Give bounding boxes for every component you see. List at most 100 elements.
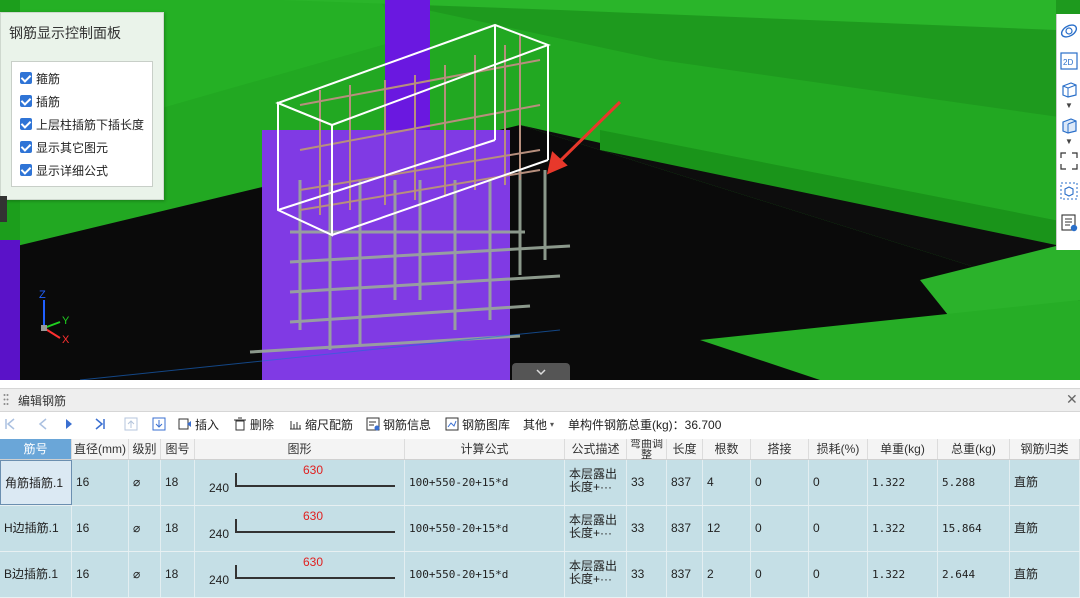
checkbox-show-other-elements[interactable] — [20, 141, 32, 153]
cell-fig-no[interactable]: 18 — [161, 506, 195, 551]
col-bend-adjust[interactable]: 弯曲调整 — [627, 439, 667, 459]
move-up-icon[interactable] — [124, 416, 138, 432]
option-upper-column-dowel[interactable]: 上层柱插筋下插长度 — [20, 116, 144, 132]
cell-formula-desc[interactable]: 本层露出长度+··· — [565, 552, 627, 597]
cell-length[interactable]: 837 — [667, 506, 703, 551]
next-record-icon[interactable] — [64, 416, 74, 432]
rebar-library-button[interactable]: 钢筋图库 — [445, 416, 510, 432]
rebar-info-button[interactable]: 钢筋信息 — [366, 416, 431, 432]
other-menu[interactable]: 其他 ▾ — [523, 416, 554, 432]
checkbox-show-detailed-formula[interactable] — [20, 164, 32, 176]
cell-fig-no[interactable]: 18 — [161, 460, 195, 505]
cell-bar-no[interactable]: 角筋插筋.1 — [0, 460, 72, 505]
last-record-icon[interactable] — [94, 416, 106, 432]
axis-x-label: X — [62, 334, 70, 344]
col-loss[interactable]: 损耗(%) — [809, 439, 868, 459]
cell-total-weight[interactable]: 5.288 — [938, 460, 1010, 505]
cell-shape[interactable]: 240 630 — [195, 460, 405, 505]
view-dropdown-icon[interactable]: ▼ — [1065, 102, 1073, 110]
col-diameter[interactable]: 直径(mm) — [72, 439, 129, 459]
3d-box-view-icon[interactable] — [1060, 80, 1078, 98]
cell-fig-no[interactable]: 18 — [161, 552, 195, 597]
col-count[interactable]: 根数 — [703, 439, 751, 459]
cell-count[interactable]: 2 — [703, 552, 751, 597]
cell-lap[interactable]: 0 — [751, 460, 809, 505]
cell-diameter[interactable]: 16 — [72, 460, 129, 505]
cell-formula[interactable]: 100+550-20+15*d — [405, 506, 565, 551]
col-category[interactable]: 钢筋归类 — [1010, 439, 1080, 459]
checkbox-upper-column-dowel[interactable] — [20, 118, 32, 130]
col-formula[interactable]: 计算公式 — [405, 439, 565, 459]
2d-view-button[interactable]: 2D — [1060, 52, 1078, 70]
cell-shape[interactable]: 240 630 — [195, 552, 405, 597]
col-unit-weight[interactable]: 单重(kg) — [868, 439, 938, 459]
scale-rebar-button[interactable]: 缩尺配筋 — [288, 416, 353, 432]
cell-diameter[interactable]: 16 — [72, 552, 129, 597]
col-shape[interactable]: 图形 — [195, 439, 405, 459]
cell-count[interactable]: 12 — [703, 506, 751, 551]
col-lap[interactable]: 搭接 — [751, 439, 809, 459]
col-length[interactable]: 长度 — [667, 439, 703, 459]
option-show-detailed-formula[interactable]: 显示详细公式 — [20, 162, 108, 178]
cell-grade[interactable]: ⌀ — [129, 506, 161, 551]
cell-loss[interactable]: 0 — [809, 506, 868, 551]
table-row[interactable]: B边插筋.1 16 ⌀ 18 240 630 100+550-20+15*d 本… — [0, 552, 1080, 598]
cell-shape[interactable]: 240 630 — [195, 506, 405, 551]
cell-category[interactable]: 直筋 — [1010, 552, 1080, 597]
cell-unit-weight[interactable]: 1.322 — [868, 552, 938, 597]
properties-list-icon[interactable] — [1060, 214, 1078, 232]
cell-bar-no[interactable]: H边插筋.1 — [0, 506, 72, 551]
cell-unit-weight[interactable]: 1.322 — [868, 506, 938, 551]
col-grade[interactable]: 级别 — [129, 439, 161, 459]
close-icon[interactable]: ✕ — [1066, 391, 1078, 408]
cell-loss[interactable]: 0 — [809, 460, 868, 505]
cell-loss[interactable]: 0 — [809, 552, 868, 597]
col-total-weight[interactable]: 总重(kg) — [938, 439, 1010, 459]
cell-grade[interactable]: ⌀ — [129, 460, 161, 505]
cell-bend-adjust[interactable]: 33 — [627, 460, 667, 505]
display-dropdown-icon[interactable]: ▼ — [1065, 138, 1073, 146]
previous-record-icon[interactable] — [38, 416, 48, 432]
cell-formula-desc[interactable]: 本层露出长度+··· — [565, 460, 627, 505]
cell-lap[interactable]: 0 — [751, 506, 809, 551]
collapse-panel-handle[interactable] — [512, 363, 570, 380]
cell-bend-adjust[interactable]: 33 — [627, 506, 667, 551]
col-bar-no[interactable]: 筋号 — [0, 439, 72, 459]
fullscreen-icon[interactable] — [1060, 152, 1078, 170]
cell-formula-desc[interactable]: 本层露出长度+··· — [565, 506, 627, 551]
cell-unit-weight[interactable]: 1.322 — [868, 460, 938, 505]
cell-bend-adjust[interactable]: 33 — [627, 552, 667, 597]
cell-length[interactable]: 837 — [667, 460, 703, 505]
3d-viewport[interactable]: Z Y X 钢筋显示控制面板 箍筋 插筋 上层柱插筋下插长度 显示其它图元 显示… — [0, 0, 1080, 380]
cell-formula[interactable]: 100+550-20+15*d — [405, 460, 565, 505]
col-formula-desc[interactable]: 公式描述 — [565, 439, 627, 459]
first-record-icon[interactable] — [4, 416, 16, 432]
option-stirrup[interactable]: 箍筋 — [20, 70, 60, 86]
component-cube-icon[interactable] — [1060, 182, 1078, 200]
col-fig-no[interactable]: 图号 — [161, 439, 195, 459]
cell-grade[interactable]: ⌀ — [129, 552, 161, 597]
drag-grip-icon[interactable] — [3, 393, 9, 406]
delete-button[interactable]: 删除 — [233, 416, 274, 432]
table-row[interactable]: H边插筋.1 16 ⌀ 18 240 630 100+550-20+15*d 本… — [0, 506, 1080, 552]
cell-count[interactable]: 4 — [703, 460, 751, 505]
display-box-icon[interactable] — [1060, 116, 1078, 134]
cell-category[interactable]: 直筋 — [1010, 460, 1080, 505]
checkbox-stirrup[interactable] — [20, 72, 32, 84]
checkbox-dowel[interactable] — [20, 95, 32, 107]
move-down-icon[interactable] — [152, 416, 166, 432]
option-dowel[interactable]: 插筋 — [20, 93, 60, 109]
cell-lap[interactable]: 0 — [751, 552, 809, 597]
cell-diameter[interactable]: 16 — [72, 506, 129, 551]
cell-length[interactable]: 837 — [667, 552, 703, 597]
option-show-other-elements[interactable]: 显示其它图元 — [20, 139, 108, 155]
insert-button[interactable]: 插入 — [178, 416, 219, 432]
left-edge-tab[interactable] — [0, 196, 7, 222]
orbit-icon[interactable] — [1060, 22, 1078, 40]
table-row[interactable]: 角筋插筋.1 16 ⌀ 18 240 630 100+550-20+15*d 本… — [0, 460, 1080, 506]
cell-total-weight[interactable]: 15.864 — [938, 506, 1010, 551]
cell-formula[interactable]: 100+550-20+15*d — [405, 552, 565, 597]
cell-category[interactable]: 直筋 — [1010, 506, 1080, 551]
cell-bar-no[interactable]: B边插筋.1 — [0, 552, 72, 597]
cell-total-weight[interactable]: 2.644 — [938, 552, 1010, 597]
